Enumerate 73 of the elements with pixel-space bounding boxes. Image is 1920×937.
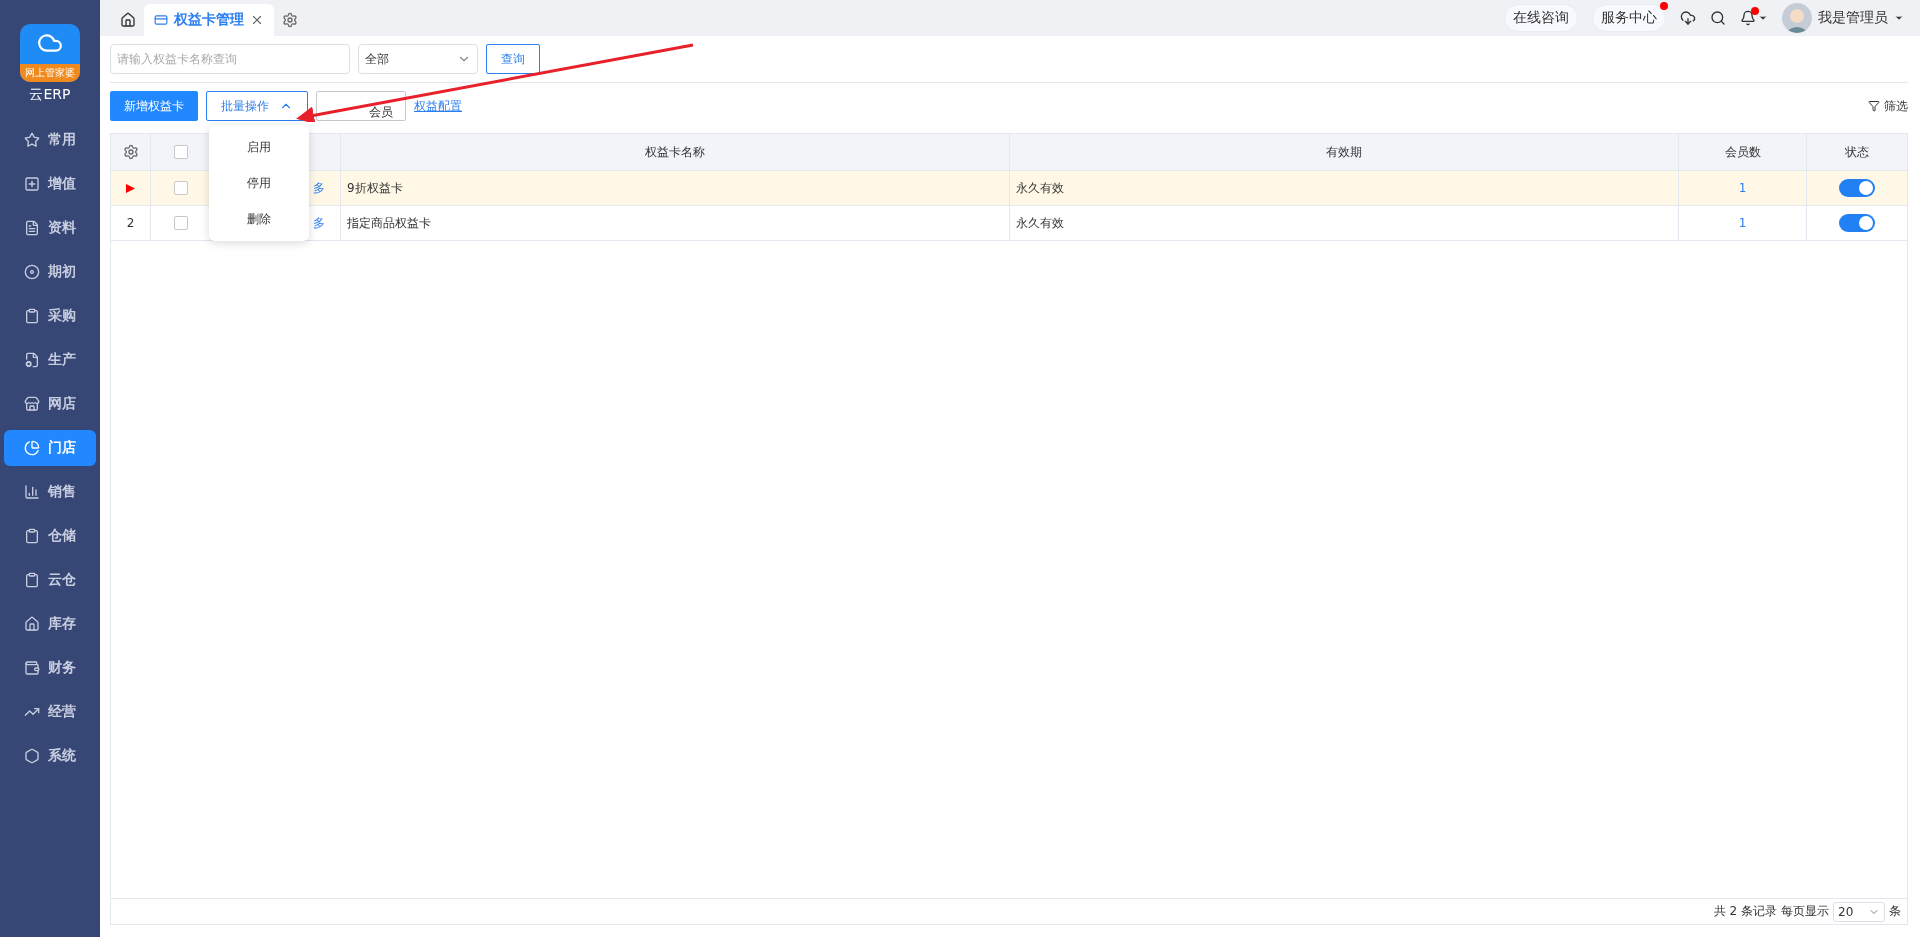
sidebar-item[interactable]: 期初 [4, 254, 96, 290]
clipboard-icon [24, 308, 40, 324]
user-name[interactable]: 我是管理员 [1818, 9, 1888, 27]
query-button[interactable]: 查询 [486, 44, 540, 74]
pie-chart-icon [24, 440, 40, 456]
sidebar-item[interactable]: 采购 [4, 298, 96, 334]
house-icon [24, 616, 40, 632]
search-field[interactable]: 请输入权益卡名称查询 [110, 44, 350, 74]
close-icon[interactable] [250, 13, 264, 27]
clipboard-icon [24, 528, 40, 544]
menu-item[interactable]: 删除 [209, 201, 309, 237]
more-link[interactable]: 多 [313, 179, 325, 197]
table-cell: 永久有效 [1010, 206, 1679, 240]
header-button[interactable]: 在线咨询 [1504, 4, 1578, 32]
document-icon [24, 220, 40, 236]
cloud-download-icon[interactable] [1680, 10, 1696, 26]
sidebar-item[interactable]: 网店 [4, 386, 96, 422]
checkbox[interactable] [173, 181, 188, 195]
column-header: 状态 [1844, 143, 1870, 161]
issue-button[interactable]: 会员 [316, 91, 406, 121]
filter-button[interactable]: 筛选 [1868, 97, 1908, 115]
caret-icon[interactable] [1894, 13, 1904, 23]
store-icon [24, 396, 40, 412]
card-icon [154, 13, 168, 27]
add-button[interactable]: 新增权益卡 [110, 91, 198, 121]
filter-icon [1868, 100, 1880, 112]
plus-square-icon [24, 176, 40, 192]
sidebar-item[interactable]: 财务 [4, 650, 96, 686]
table-cell[interactable]: 1 [1679, 206, 1807, 240]
clipboard-icon [24, 572, 40, 588]
unit-label: 条 [1889, 903, 1901, 920]
file-icon [24, 352, 40, 368]
page-tab[interactable]: 权益卡管理 [144, 4, 274, 36]
logo-text: 云ERP [29, 86, 71, 104]
more-link[interactable]: 多 [313, 214, 325, 232]
page-size-select[interactable]: 20 [1833, 901, 1885, 922]
header-button[interactable]: 服务中心 [1592, 4, 1666, 32]
settings-icon[interactable] [122, 144, 139, 160]
table-cell: 指定商品权益卡 [341, 206, 1010, 240]
per-page-label: 每页显示 [1781, 903, 1829, 920]
disc-icon [24, 264, 40, 280]
sidebar-item[interactable]: 门店 [4, 430, 96, 466]
row-index: 2 [126, 216, 135, 230]
bell-icon[interactable] [1740, 10, 1756, 26]
status-toggle[interactable] [1839, 214, 1875, 232]
sidebar-item[interactable]: 销售 [4, 474, 96, 510]
sidebar-item[interactable]: 系统 [4, 738, 96, 774]
status-select[interactable]: 全部 [358, 44, 478, 74]
total-count: 共 2 条记录 [1713, 903, 1777, 920]
menu-item[interactable]: 启用 [209, 129, 309, 165]
hexagon-icon [24, 748, 40, 764]
sidebar-item[interactable]: 生产 [4, 342, 96, 378]
sidebar-item[interactable]: 库存 [4, 606, 96, 642]
logo-badge: 网上管家婆 [20, 64, 80, 82]
current-row-icon [126, 183, 135, 193]
search-icon[interactable] [1710, 10, 1726, 26]
star-icon [24, 132, 40, 148]
sidebar-item[interactable]: 常用 [4, 122, 96, 158]
sidebar-item[interactable]: 云仓 [4, 562, 96, 598]
status-toggle[interactable] [1839, 179, 1875, 197]
sidebar-item[interactable]: 增值 [4, 166, 96, 202]
checkbox[interactable] [173, 216, 188, 230]
bar-chart-icon [24, 484, 40, 500]
caret-icon[interactable] [1758, 13, 1768, 23]
config-link[interactable]: 权益配置 [414, 97, 462, 115]
sidebar-item[interactable]: 仓储 [4, 518, 96, 554]
wallet-icon [24, 660, 40, 676]
user-avatar[interactable] [1782, 3, 1812, 33]
sidebar-item[interactable]: 资料 [4, 210, 96, 246]
sidebar-item[interactable]: 经营 [4, 694, 96, 730]
menu-item[interactable]: 停用 [209, 165, 309, 201]
checkbox[interactable] [173, 145, 188, 159]
batch-button[interactable]: 批量操作 [206, 91, 308, 121]
